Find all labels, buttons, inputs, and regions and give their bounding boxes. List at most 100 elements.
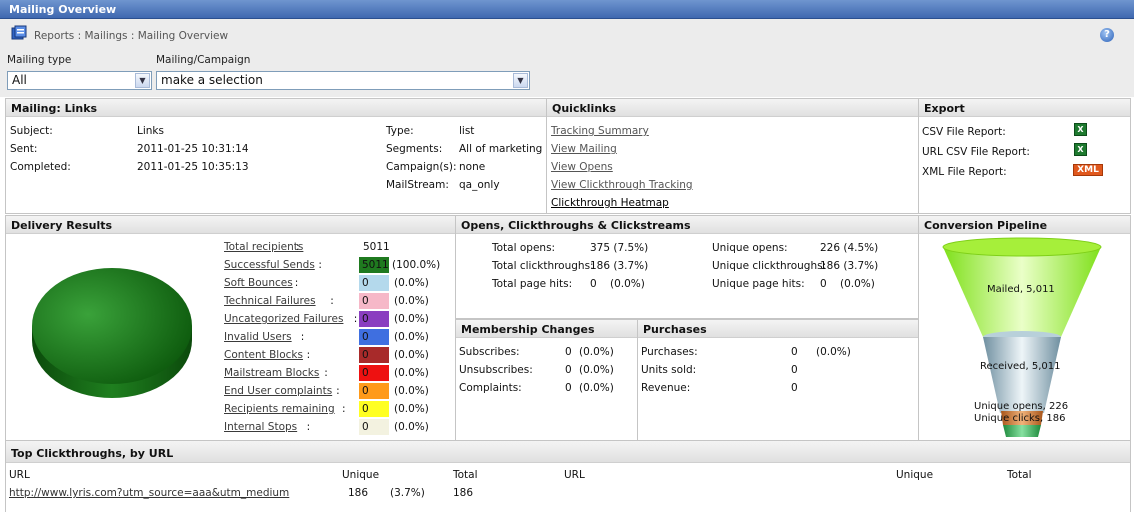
- mailing-info-panel: Mailing: Links Subject: Links Sent: 2011…: [5, 98, 547, 214]
- revenue-label: Revenue:: [641, 382, 691, 394]
- breadcrumb[interactable]: Reports : Mailings : Mailing Overview: [34, 30, 228, 42]
- export-csv-label: CSV File Report:: [922, 126, 1006, 138]
- funnel-opens-label: Unique opens, 226: [974, 401, 1069, 412]
- total-opens-value: 375 (7.5%): [590, 242, 649, 254]
- delivery-pie-chart: [32, 268, 192, 398]
- delivery-row-label[interactable]: End User complaints: [224, 385, 332, 397]
- delivery-row-label[interactable]: Invalid Users: [224, 331, 292, 343]
- window-title: Mailing Overview: [9, 3, 117, 16]
- purchases-header: Purchases: [638, 320, 918, 338]
- delivery-row-label[interactable]: Successful Sends: [224, 259, 315, 271]
- export-url-csv-label: URL CSV File Report:: [922, 146, 1030, 158]
- delivery-row-label[interactable]: Internal Stops: [224, 421, 297, 433]
- export-panel: Export CSV File Report: X URL CSV File R…: [918, 98, 1131, 214]
- subscribes-value: 0: [565, 346, 572, 358]
- xml-badge[interactable]: XML: [1073, 164, 1103, 176]
- clickthrough-unique: 186: [348, 487, 369, 499]
- type-label: Type:: [386, 125, 414, 137]
- delivery-row-value: 0: [359, 365, 389, 381]
- campaigns-value: none: [459, 161, 486, 173]
- total-clicks-label: Total clickthroughs:: [492, 260, 594, 272]
- funnel-received-label: Received, 5,011: [980, 361, 1061, 372]
- funnel-clicks-label: Unique clicks, 186: [974, 413, 1066, 424]
- unique-hits-pct: (0.0%): [840, 278, 875, 290]
- mailing-type-select[interactable]: All ▼: [7, 71, 152, 90]
- chevron-down-icon[interactable]: ▼: [513, 73, 528, 88]
- pie-top: [32, 268, 192, 384]
- purchases-label: Purchases:: [641, 346, 698, 358]
- mailing-info-header: Mailing: Links: [6, 99, 546, 117]
- unique-opens-value: 226 (4.5%): [820, 242, 879, 254]
- delivery-row-label[interactable]: Mailstream Blocks: [224, 367, 319, 379]
- delivery-row-label[interactable]: Technical Failures: [224, 295, 316, 307]
- unique-hits-label: Unique page hits:: [712, 278, 805, 290]
- export-xml-label: XML File Report:: [922, 166, 1007, 178]
- excel-icon[interactable]: X: [1074, 123, 1087, 136]
- filter-header: Reports : Mailings : Mailing Overview ? …: [0, 19, 1134, 97]
- help-icon[interactable]: ?: [1100, 28, 1114, 42]
- delivery-row-pct: (0.0%): [394, 421, 429, 433]
- revenue-value: 0: [791, 382, 798, 394]
- delivery-row-value: 0: [359, 293, 389, 309]
- mailstream-value: qa_only: [459, 179, 500, 191]
- quicklink-view-clickthrough-tracking[interactable]: View Clickthrough Tracking: [551, 179, 693, 191]
- delivery-row-label[interactable]: Recipients remaining: [224, 403, 335, 415]
- clickthrough-url-link[interactable]: http://www.lyris.com?utm_source=aaa&utm_…: [9, 487, 289, 499]
- reports-icon: [11, 25, 27, 40]
- delivery-row-pct: (0.0%): [394, 385, 429, 397]
- total-hits-pct: (0.0%): [610, 278, 645, 290]
- total-recipients-link[interactable]: Total recipients: [224, 241, 303, 253]
- top-clickthroughs-panel: Top Clickthroughs, by URL URL Unique Tot…: [5, 440, 1131, 512]
- subject-value: Links: [137, 125, 164, 137]
- delivery-row-pct: (0.0%): [394, 277, 429, 289]
- subscribes-label: Subscribes:: [459, 346, 520, 358]
- subject-label: Subject:: [10, 125, 53, 137]
- mailstream-label: MailStream:: [386, 179, 449, 191]
- excel-icon[interactable]: X: [1074, 143, 1087, 156]
- quicklink-clickthrough-heatmap[interactable]: Clickthrough Heatmap: [551, 197, 669, 209]
- delivery-row-value: 5011: [359, 257, 389, 273]
- segments-label: Segments:: [386, 143, 443, 155]
- campaign-select[interactable]: make a selection ▼: [156, 71, 530, 90]
- chevron-down-icon[interactable]: ▼: [135, 73, 150, 88]
- delivery-row-value: 0: [359, 311, 389, 327]
- purchases-pct: (0.0%): [816, 346, 851, 358]
- sent-value: 2011-01-25 10:31:14: [137, 143, 249, 155]
- delivery-row-label[interactable]: Content Blocks: [224, 349, 303, 361]
- type-value: list: [459, 125, 475, 137]
- quicklinks-panel: Quicklinks Tracking Summary View Mailing…: [546, 98, 919, 214]
- delivery-row-pct: (0.0%): [394, 367, 429, 379]
- delivery-row-value: 0: [359, 347, 389, 363]
- units-sold-value: 0: [791, 364, 798, 376]
- delivery-row-pct: (0.0%): [394, 349, 429, 361]
- clickthrough-total: 186: [453, 487, 474, 499]
- delivery-row-pct: (0.0%): [394, 403, 429, 415]
- funnel-mailed-label: Mailed, 5,011: [987, 284, 1055, 295]
- unique-hits-value: 0: [820, 278, 827, 290]
- unsubscribes-pct: (0.0%): [579, 364, 614, 376]
- mailing-type-label: Mailing type: [7, 54, 72, 66]
- completed-value: 2011-01-25 10:35:13: [137, 161, 249, 173]
- conversion-pipeline-panel: Conversion Pipeline Mailed, 5,011 Receiv…: [918, 215, 1131, 441]
- delivery-row-label[interactable]: Soft Bounces: [224, 277, 293, 289]
- complaints-pct: (0.0%): [579, 382, 614, 394]
- quicklink-view-opens[interactable]: View Opens: [551, 161, 613, 173]
- export-header: Export: [919, 99, 1130, 117]
- total-clicks-value: 186 (3.7%): [590, 260, 649, 272]
- quicklinks-header: Quicklinks: [547, 99, 918, 117]
- quicklink-view-mailing[interactable]: View Mailing: [551, 143, 617, 155]
- top-clickthroughs-header: Top Clickthroughs, by URL: [6, 441, 1130, 463]
- delivery-row-pct: (0.0%): [394, 313, 429, 325]
- quicklink-tracking-summary[interactable]: Tracking Summary: [551, 125, 649, 137]
- opens-header: Opens, Clickthroughs & Clickstreams: [456, 216, 918, 234]
- campaign-label: Mailing/Campaign: [156, 54, 251, 66]
- segments-value: All of marketing: [459, 143, 543, 155]
- funnel-clicks: [1003, 425, 1041, 437]
- completed-label: Completed:: [10, 161, 71, 173]
- delivery-row-pct: (0.0%): [394, 295, 429, 307]
- total-opens-label: Total opens:: [492, 242, 556, 254]
- delivery-row-pct: (0.0%): [394, 331, 429, 343]
- campaign-value: make a selection: [161, 73, 263, 87]
- unique-clicks-label: Unique clickthroughs:: [712, 260, 827, 272]
- delivery-row-label[interactable]: Uncategorized Failures: [224, 313, 343, 325]
